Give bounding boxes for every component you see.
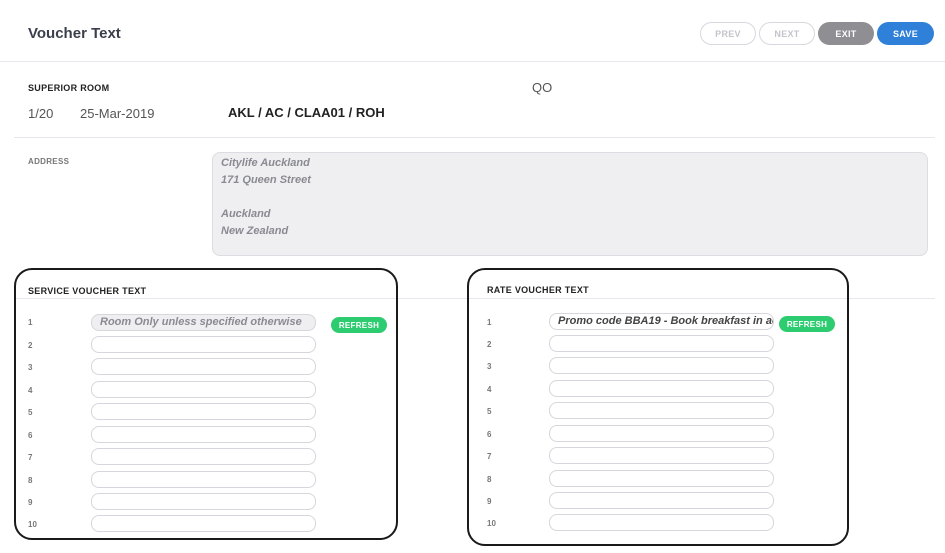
- address-line: 171 Queen Street: [221, 174, 311, 186]
- service-date: 25-Mar-2019: [80, 106, 155, 121]
- service-voucher-line-2[interactable]: [91, 336, 316, 353]
- rate-voucher-line-5[interactable]: [549, 402, 774, 419]
- service-voucher-line-6[interactable]: [91, 426, 316, 443]
- row-number: 8: [28, 476, 33, 485]
- status-code: QO: [532, 80, 553, 95]
- address-line: Citylife Auckland: [221, 157, 310, 169]
- rate-voucher-title: RATE VOUCHER TEXT: [487, 285, 589, 295]
- row-number: 9: [28, 498, 33, 507]
- address-line: Auckland: [221, 208, 271, 220]
- rate-voucher-line-8[interactable]: [549, 470, 774, 487]
- row-number: 5: [28, 408, 33, 417]
- service-voucher-line-8[interactable]: [91, 471, 316, 488]
- service-voucher-line-3[interactable]: [91, 358, 316, 375]
- service-voucher-line-9[interactable]: [91, 493, 316, 510]
- service-voucher-line-7[interactable]: [91, 448, 316, 465]
- rate-voucher-line-1[interactable]: Promo code BBA19 - Book breakfast in adv…: [549, 313, 774, 330]
- service-code: AKL / AC / CLAA01 / ROH: [228, 105, 385, 120]
- row-number: 3: [28, 363, 33, 372]
- row-number: 7: [487, 452, 492, 461]
- room-type: SUPERIOR ROOM: [28, 83, 110, 93]
- rate-voucher-line-10[interactable]: [549, 514, 774, 531]
- service-refresh-button[interactable]: REFRESH: [331, 317, 387, 333]
- row-number: 2: [28, 341, 33, 350]
- row-number: 8: [487, 475, 492, 484]
- row-number: 4: [487, 385, 492, 394]
- rate-voucher-line-3[interactable]: [549, 357, 774, 374]
- service-voucher-line-1[interactable]: Room Only unless specified otherwise: [91, 314, 316, 331]
- row-number: 7: [28, 453, 33, 462]
- service-voucher-line-10[interactable]: [91, 515, 316, 532]
- row-number: 10: [28, 520, 37, 529]
- rate-voucher-line-7[interactable]: [549, 447, 774, 464]
- service-voucher-line-4[interactable]: [91, 381, 316, 398]
- row-number: 1: [487, 318, 492, 327]
- save-button[interactable]: SAVE: [877, 22, 934, 45]
- row-number: 4: [28, 386, 33, 395]
- row-number: 5: [487, 407, 492, 416]
- page-header: Voucher Text PREV NEXT EXIT SAVE: [0, 0, 945, 62]
- rate-refresh-button[interactable]: REFRESH: [779, 316, 835, 332]
- address-field[interactable]: Citylife Auckland 171 Queen Street Auckl…: [212, 152, 928, 256]
- row-number: 10: [487, 519, 496, 528]
- row-number: 3: [487, 362, 492, 371]
- row-number: 2: [487, 340, 492, 349]
- rate-voucher-line-6[interactable]: [549, 425, 774, 442]
- address-line: New Zealand: [221, 225, 289, 237]
- next-button[interactable]: NEXT: [759, 22, 815, 45]
- prev-button[interactable]: PREV: [700, 22, 756, 45]
- address-line: [221, 189, 919, 206]
- line-ratio: 1/20: [28, 106, 54, 121]
- rate-voucher-line-2[interactable]: [549, 335, 774, 352]
- row-number: 9: [487, 497, 492, 506]
- row-number: 6: [487, 430, 492, 439]
- divider: [14, 137, 935, 138]
- row-number: 1: [28, 318, 33, 327]
- rate-voucher-line-4[interactable]: [549, 380, 774, 397]
- service-voucher-title: SERVICE VOUCHER TEXT: [28, 286, 147, 296]
- service-voucher-line-5[interactable]: [91, 403, 316, 420]
- address-label: ADDRESS: [28, 157, 70, 166]
- rate-voucher-line-9[interactable]: [549, 492, 774, 509]
- page-title: Voucher Text: [28, 25, 121, 42]
- exit-button[interactable]: EXIT: [818, 22, 874, 45]
- row-number: 6: [28, 431, 33, 440]
